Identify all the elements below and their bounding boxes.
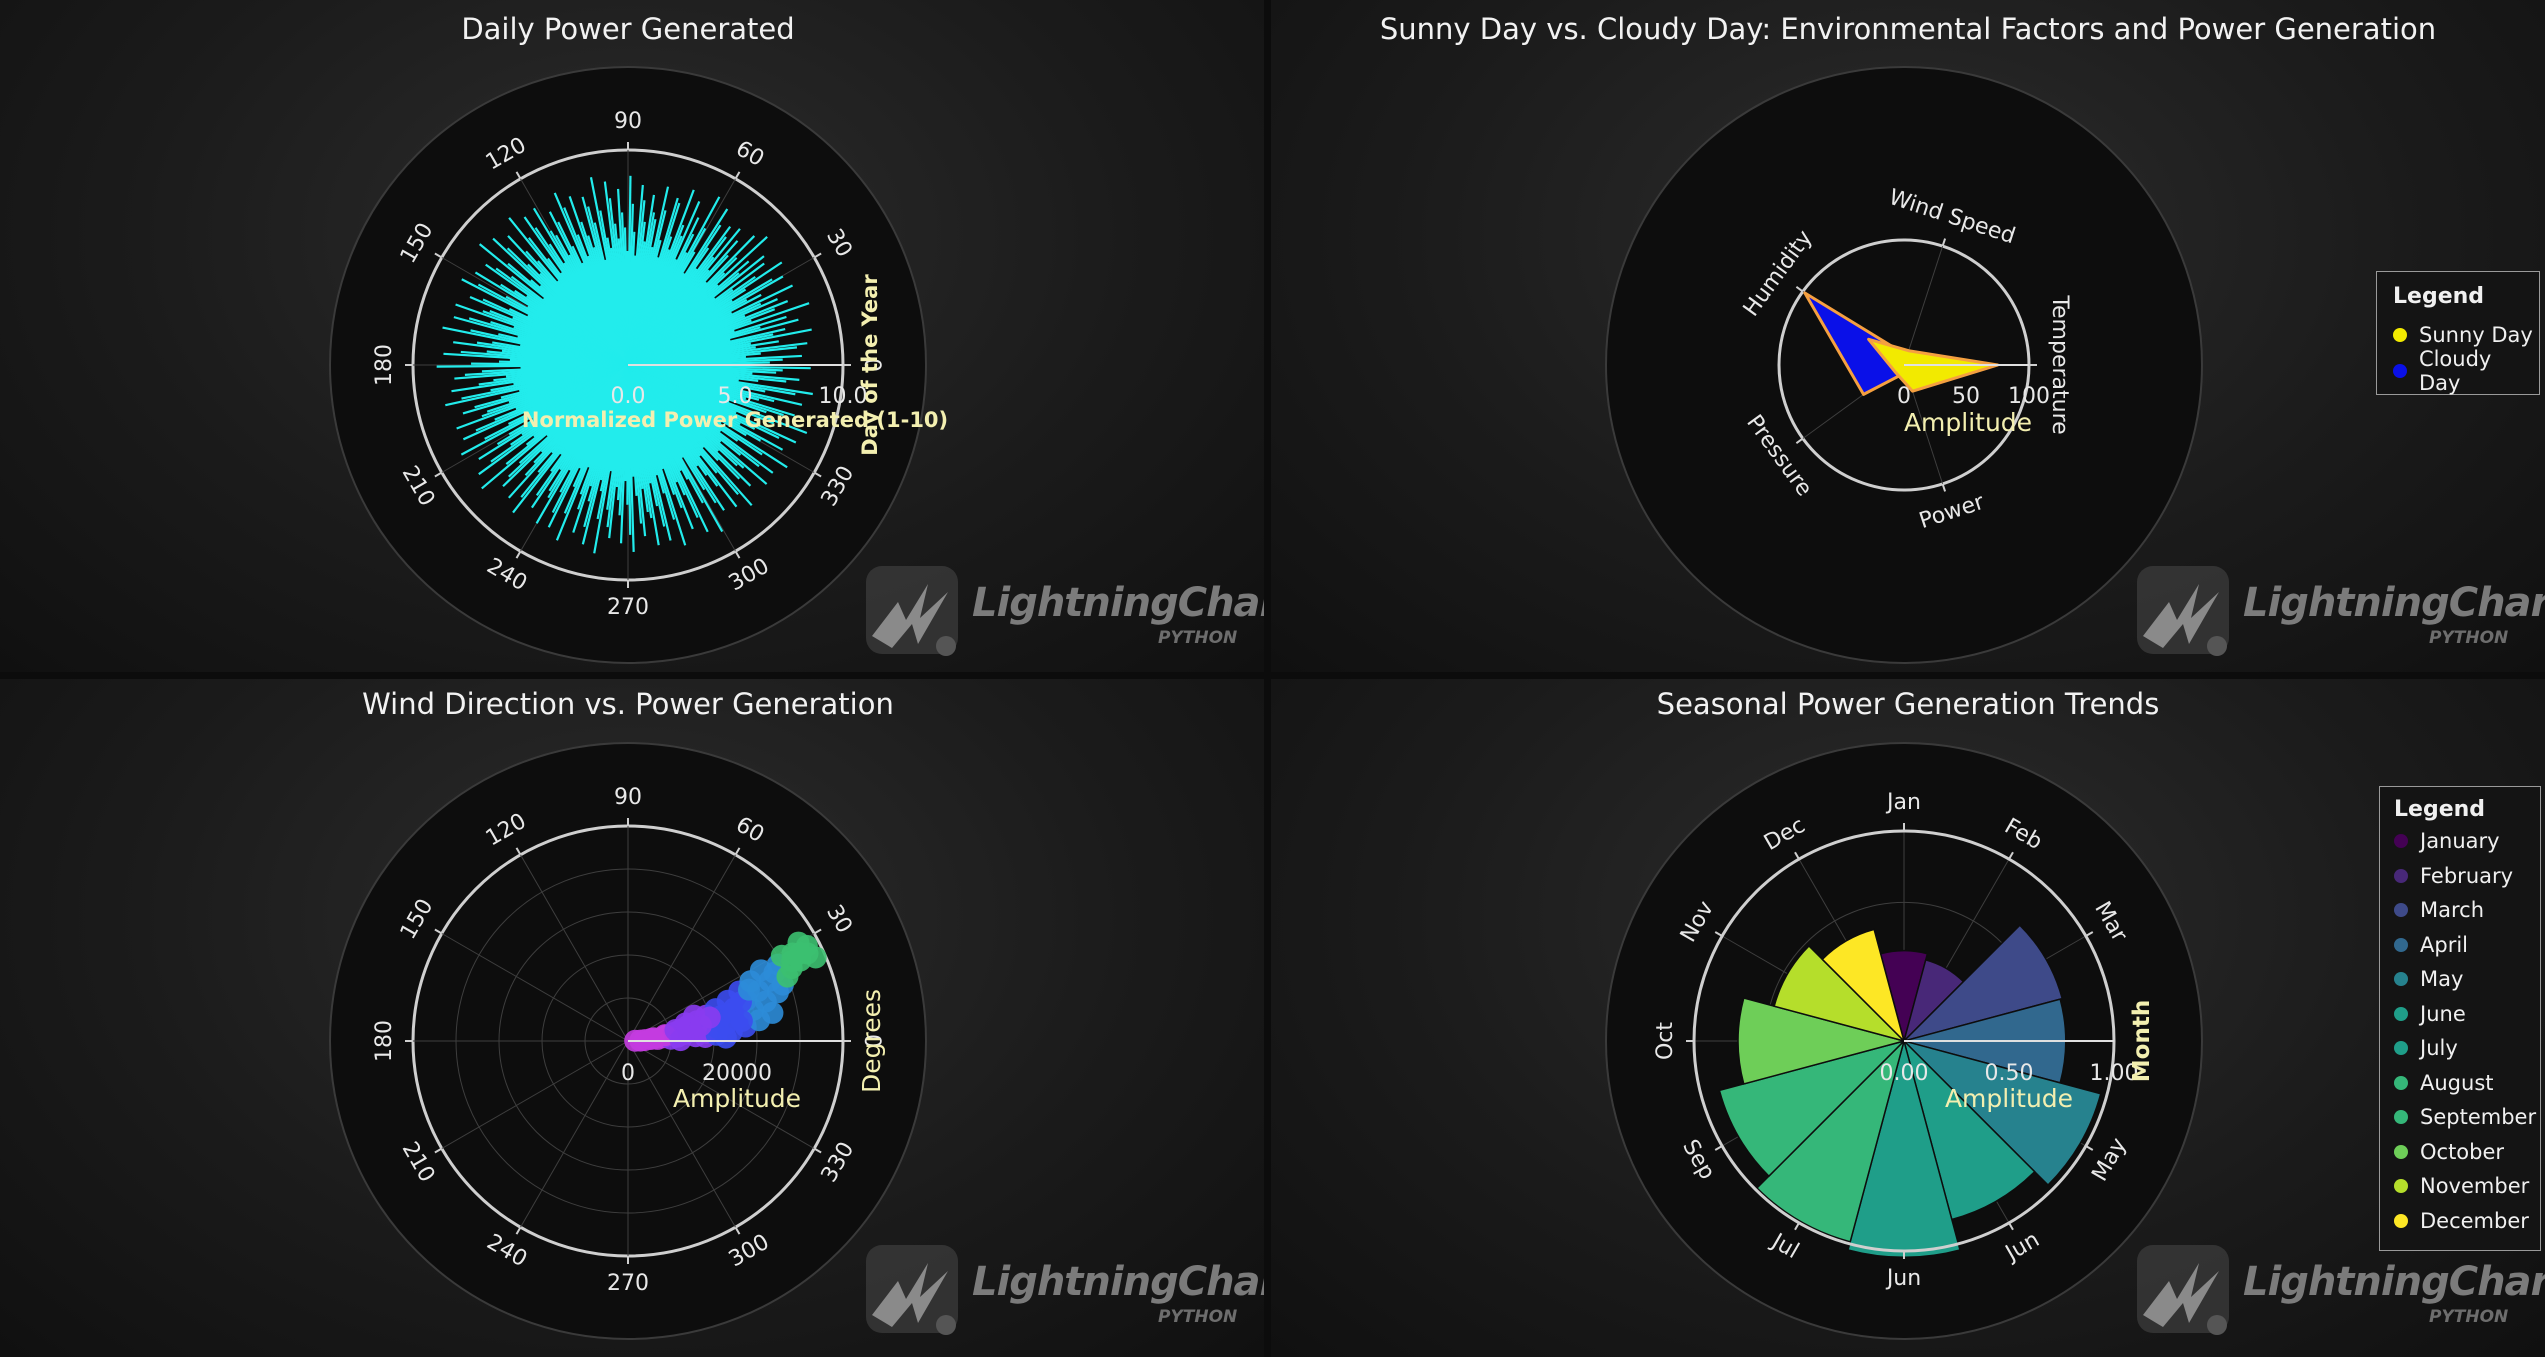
lightningchart-watermark: LightningChart® PYTHON (2129, 1241, 2545, 1341)
radial-tick: 50 (1952, 384, 1980, 409)
lightningchart-logo-icon (2137, 566, 2229, 656)
scatter-point (698, 1006, 721, 1029)
scatter-point (804, 946, 827, 969)
legend-item[interactable]: July (2394, 1031, 2540, 1066)
lightningchart-watermark: LightningChart® PYTHON (2129, 562, 2545, 662)
radial-tick: 0 (621, 1061, 635, 1086)
panel-wind-direction: Wind Direction vs. Power Generation 90 60… (0, 679, 1264, 1357)
legend-item[interactable]: March (2394, 893, 2540, 928)
legend-swatch (2394, 1075, 2408, 1090)
watermark-sub: PYTHON (2429, 628, 2509, 648)
lightningchart-watermark: LightningChart® PYTHON (858, 1241, 1264, 1341)
angular-axis-title: Degrees (857, 989, 886, 1093)
month-tick-label: Oct (1653, 1022, 1678, 1060)
radial-tick: 0.00 (1880, 1061, 1929, 1086)
legend-item[interactable]: February (2394, 859, 2540, 894)
month-tick-label: Jan (1885, 790, 1921, 815)
legend-swatch (2394, 1041, 2408, 1056)
legend-swatch (2394, 937, 2408, 952)
legend-swatch (2394, 1110, 2408, 1125)
legend-swatch (2394, 972, 2408, 987)
watermark-sub: PYTHON (2429, 1307, 2509, 1327)
panel-seasonal-trends: Seasonal Power Generation Trends Jan Feb M… (1271, 679, 2545, 1357)
radial-axis-title: Amplitude (1945, 1084, 2073, 1113)
radial-axis-title: Amplitude (1904, 408, 2032, 437)
legend-item[interactable]: December (2394, 1204, 2540, 1239)
angle-tick-label: 90 (614, 109, 642, 134)
legend-item[interactable]: August (2394, 1066, 2540, 1101)
legend-label: November (2420, 1174, 2530, 1199)
chart-title: Wind Direction vs. Power Generation (362, 687, 894, 721)
legend-title: Legend (2393, 284, 2485, 309)
lightningchart-logo-icon (866, 1245, 958, 1335)
legend-label: June (2420, 1001, 2466, 1026)
legend-item[interactable]: June (2394, 997, 2540, 1032)
angle-tick-label: 270 (607, 595, 649, 620)
watermark-brand: LightningChart® (2243, 1259, 2545, 1305)
scatter-point (730, 1009, 753, 1032)
chart-title: Daily Power Generated (461, 12, 794, 46)
legend-label: September (2420, 1105, 2537, 1130)
radial-tick: 0 (1897, 384, 1911, 409)
legend-swatch (2394, 834, 2408, 849)
watermark-brand: LightningChart® (972, 580, 1264, 626)
legend-item[interactable]: September (2394, 1100, 2540, 1135)
radial-axis-title: Amplitude (673, 1084, 801, 1113)
category-label: Temperature (2047, 294, 2072, 434)
legend-label: May (2420, 967, 2464, 992)
watermark-sub: PYTHON (1158, 1307, 1238, 1327)
angular-axis-title: Day of the Year (858, 274, 882, 456)
legend-item[interactable]: October (2394, 1135, 2540, 1170)
legend-item[interactable]: November (2394, 1169, 2540, 1204)
chart-title: Seasonal Power Generation Trends (1657, 687, 2160, 721)
angle-tick-label: 180 (372, 1020, 397, 1062)
lightningchart-watermark: LightningChart® PYTHON (858, 562, 1264, 662)
legend: Legend January February March April May June J… (2379, 786, 2541, 1251)
angle-tick-label: 270 (607, 1271, 649, 1296)
legend-swatch (2394, 903, 2408, 918)
legend-label: July (2420, 1036, 2458, 1061)
legend-swatch (2394, 1179, 2408, 1194)
legend-swatch (2394, 868, 2408, 883)
legend-label: August (2420, 1070, 2494, 1095)
legend: Legend Sunny Day Cloudy Day (2376, 271, 2540, 395)
legend-swatch (2393, 364, 2407, 378)
chart-title: Sunny Day vs. Cloudy Day: Environmental … (1380, 12, 2436, 46)
scatter-point (737, 978, 760, 1001)
radial-tick: 5.0 (718, 384, 753, 409)
legend-swatch (2394, 1213, 2408, 1228)
legend-swatch (2394, 1006, 2408, 1021)
watermark-sub: PYTHON (1158, 628, 1238, 648)
angle-tick-label: 180 (372, 344, 397, 386)
radial-axis-title: Normalized Power Generated (1-10) (522, 408, 948, 432)
legend-label: April (2420, 932, 2468, 957)
radial-tick: 0.0 (611, 384, 646, 409)
legend-label: October (2420, 1139, 2505, 1164)
legend-label: December (2420, 1208, 2529, 1233)
watermark-brand: LightningChart® (2243, 580, 2545, 626)
legend-swatch (2394, 1144, 2408, 1159)
angle-tick-label: 90 (614, 785, 642, 810)
legend-swatch (2393, 328, 2407, 342)
legend-label: March (2420, 898, 2485, 923)
panel-daily-power: Daily Power Generated 90 60 30 0 330 300 270 24… (0, 0, 1264, 672)
scatter-point (761, 1001, 784, 1024)
legend-item[interactable]: May (2394, 962, 2540, 997)
radial-tick: 0.50 (1985, 1061, 2034, 1086)
legend-label: January (2420, 829, 2500, 854)
panel-sunny-cloudy: Sunny Day vs. Cloudy Day: Environmental … (1271, 0, 2545, 672)
radial-tick: 100 (2008, 384, 2050, 409)
legend-item-cloudy[interactable]: Cloudy Day (2393, 347, 2539, 395)
legend-items: January February March April May June July Augu… (2394, 824, 2540, 1238)
lightningchart-logo-icon (2137, 1245, 2229, 1335)
radial-tick: 20000 (702, 1061, 772, 1086)
month-tick-label: Jun (1885, 1266, 1921, 1291)
angular-axis-title: Month (2129, 1000, 2155, 1082)
lightningchart-logo-icon (866, 566, 958, 656)
legend-label: February (2420, 863, 2514, 888)
legend-item[interactable]: April (2394, 928, 2540, 963)
watermark-brand: LightningChart® (972, 1259, 1264, 1305)
legend-title: Legend (2394, 797, 2486, 822)
legend-item[interactable]: January (2394, 824, 2540, 859)
